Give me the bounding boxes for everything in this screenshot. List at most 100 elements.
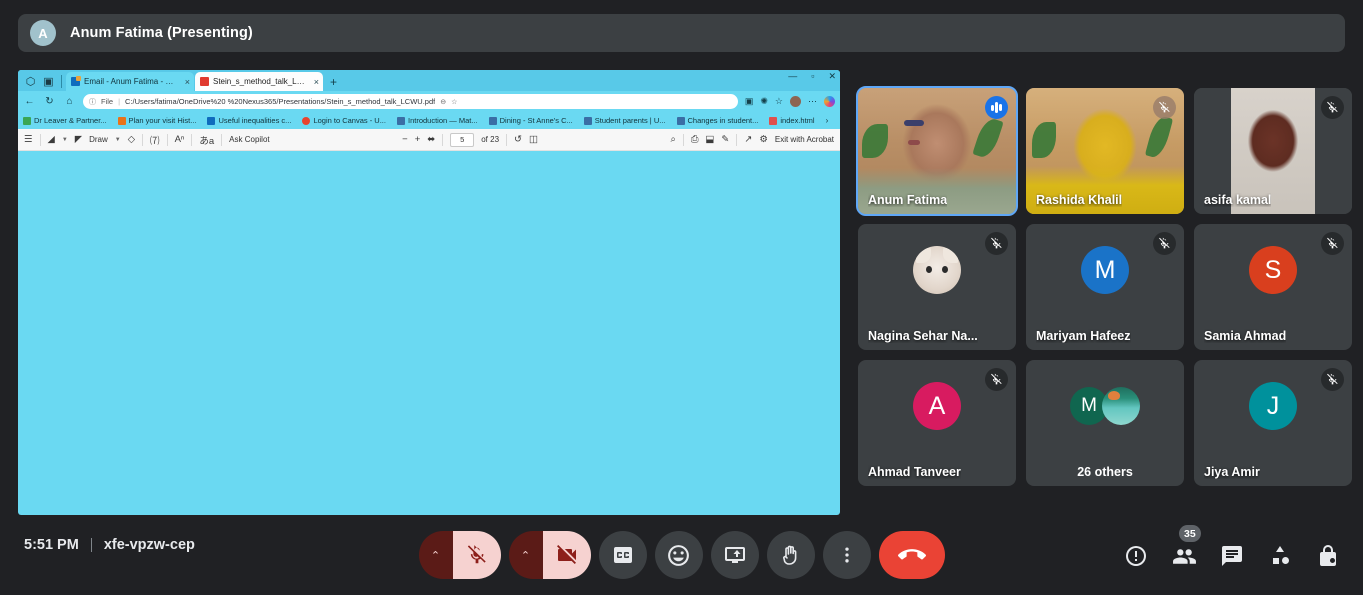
favorite-star-icon[interactable]: ☆ — [451, 98, 457, 106]
mouth-decor — [908, 140, 920, 145]
browser-tab-pdf[interactable]: Stein_s_method_talk_LCWU.pdf × — [195, 72, 323, 91]
highlight-chevron-down-icon[interactable]: ▼ — [62, 137, 68, 143]
camera-options-chevron-icon[interactable]: ⌃ — [508, 531, 543, 579]
meeting-info: 5:51 PM xfe-vpzw-cep — [24, 537, 195, 553]
fit-page-icon[interactable]: ⬌ — [427, 134, 435, 145]
participant-tile-ahmad-tanveer[interactable]: A Ahmad Tanveer — [858, 360, 1016, 486]
zoom-out-button[interactable]: − — [402, 134, 408, 145]
meeting-details-button[interactable] — [1121, 541, 1151, 571]
close-tab-icon[interactable]: × — [312, 77, 319, 87]
draw-chevron-down-icon[interactable]: ▼ — [115, 137, 121, 143]
print-icon[interactable]: ⎙ — [691, 134, 699, 145]
zoom-icon[interactable]: ⊖ — [440, 98, 446, 106]
home-icon[interactable]: ⌂ — [63, 96, 76, 107]
minimize-icon[interactable]: — — [788, 71, 797, 82]
participant-tile-nagina-sehar[interactable]: Nagina Sehar Na... — [858, 224, 1016, 350]
profile-avatar[interactable] — [790, 96, 801, 107]
participant-name: Rashida Khalil — [1036, 193, 1123, 207]
bookmark-item[interactable]: Introduction — Mat... — [396, 116, 478, 125]
participant-tile-others[interactable]: M 26 others — [1026, 360, 1184, 486]
bookmark-item[interactable]: Student parents | U... — [583, 116, 666, 125]
url-divider: | — [118, 97, 121, 106]
chat-button[interactable] — [1217, 541, 1247, 571]
host-controls-button[interactable] — [1313, 541, 1343, 571]
bookmark-item[interactable]: Useful inequalities c... — [207, 116, 291, 125]
raise-hand-icon — [782, 545, 796, 565]
mic-off-icon — [1321, 96, 1344, 119]
back-icon[interactable]: ← — [23, 96, 36, 107]
participant-tile-asifa-kamal[interactable]: asifa kamal — [1194, 88, 1352, 214]
page-layout-icon[interactable]: ◫ — [529, 134, 538, 145]
settings-gear-icon[interactable]: ⚙ — [759, 134, 768, 145]
participant-tile-mariyam-hafeez[interactable]: M Mariyam Hafeez — [1026, 224, 1184, 350]
workspaces-icon[interactable]: ⬡ — [22, 72, 39, 91]
page-number-input[interactable]: 5 — [450, 132, 475, 147]
window-controls: — ▫ ✕ — [788, 71, 836, 82]
camera-control[interactable]: ⌃ — [508, 531, 591, 579]
reactions-button[interactable] — [654, 531, 703, 579]
read-aloud-icon[interactable]: Aⁿ — [175, 134, 185, 145]
captions-button[interactable] — [598, 531, 647, 579]
ask-copilot-button[interactable]: Ask Copilot — [229, 135, 269, 144]
translate-icon[interactable]: あa — [199, 133, 214, 147]
zoom-in-button[interactable]: + — [415, 134, 421, 145]
url-input[interactable]: ⓘ File | C:/Users/fatima/OneDrive%20 %20… — [83, 94, 738, 109]
bookmark-item[interactable]: Dining - St Anne's C... — [488, 116, 573, 125]
activities-button[interactable] — [1265, 541, 1295, 571]
maximize-icon[interactable]: ▫ — [811, 71, 814, 82]
favorites-icon[interactable]: ☆ — [775, 96, 783, 107]
bookmark-label: Introduction — Mat... — [407, 116, 478, 125]
participant-tile-rashida-khalil[interactable]: Rashida Khalil — [1026, 88, 1184, 214]
present-screen-button[interactable] — [710, 531, 759, 579]
toolbar-divider — [39, 133, 41, 146]
bookmark-label: Dr Leaver & Partner... — [34, 116, 107, 125]
collections-icon[interactable]: ▣ — [745, 96, 754, 107]
shared-screen-stage[interactable]: ⬡ ▣ Email - Anum Fatima - Outlook × Stei… — [18, 70, 840, 515]
tab-list-icon[interactable]: ▣ — [40, 72, 57, 91]
participant-tile-anum-fatima[interactable]: Anum Fatima — [856, 86, 1018, 216]
microphone-options-chevron-icon[interactable]: ⌃ — [418, 531, 453, 579]
search-icon[interactable]: ⌕ — [670, 134, 675, 145]
participant-tile-jiya-amir[interactable]: J Jiya Amir — [1194, 360, 1352, 486]
copilot-icon[interactable]: ✺ — [760, 96, 768, 107]
notes-icon[interactable]: ✎ — [721, 134, 729, 145]
people-button[interactable]: 35 — [1169, 525, 1201, 571]
draw-label[interactable]: Draw — [89, 135, 108, 144]
bookmark-item[interactable]: Changes in student... — [676, 116, 758, 125]
camera-toggle-button[interactable] — [542, 531, 591, 579]
page-info-icon[interactable]: ⓘ — [89, 97, 96, 107]
more-options-button[interactable] — [822, 531, 871, 579]
toc-icon[interactable]: ☰ — [24, 134, 33, 145]
microphone-control[interactable]: ⌃ — [418, 531, 501, 579]
exit-with-acrobat-button[interactable]: Exit with Acrobat — [775, 135, 834, 144]
bookmark-item[interactable]: index.html — [769, 116, 815, 125]
browser-tab-outlook[interactable]: Email - Anum Fatima - Outlook × — [66, 72, 194, 91]
settings-more-icon[interactable]: ⋯ — [808, 96, 817, 107]
rotate-icon[interactable]: ↺ — [514, 134, 522, 145]
presenting-title: Anum Fatima (Presenting) — [70, 25, 253, 41]
edge-copilot-icon[interactable] — [824, 96, 835, 107]
close-tab-icon[interactable]: × — [183, 77, 190, 87]
leave-call-button[interactable] — [878, 531, 945, 579]
raise-hand-button[interactable] — [766, 531, 815, 579]
tab-title: Email - Anum Fatima - Outlook — [84, 77, 179, 86]
erase-icon[interactable]: ◇ — [128, 134, 135, 145]
highlight-icon[interactable]: ◢ — [48, 134, 55, 145]
participant-tile-samia-ahmad[interactable]: S Samia Ahmad — [1194, 224, 1352, 350]
save-icon[interactable]: ⬓ — [705, 134, 714, 145]
fullscreen-icon[interactable]: ↗ — [744, 134, 752, 145]
new-tab-button[interactable]: + — [330, 75, 337, 89]
bookmarks-overflow-icon[interactable]: › — [826, 116, 829, 125]
microphone-toggle-button[interactable] — [452, 531, 501, 579]
text-box-icon[interactable]: ⑺ — [150, 133, 160, 147]
bookmark-item[interactable]: Login to Canvas - U... — [302, 116, 386, 125]
refresh-icon[interactable]: ↻ — [43, 96, 56, 107]
browser-tab-strip: ⬡ ▣ Email - Anum Fatima - Outlook × Stei… — [18, 70, 840, 91]
draw-icon[interactable]: ◤ — [75, 134, 82, 145]
meeting-code: xfe-vpzw-cep — [103, 537, 195, 553]
close-window-icon[interactable]: ✕ — [828, 71, 836, 82]
bookmark-item[interactable]: Dr Leaver & Partner... — [23, 116, 107, 125]
info-divider — [90, 538, 92, 552]
toolbar-divider — [442, 133, 444, 146]
bookmark-item[interactable]: Plan your visit Hist... — [117, 116, 196, 125]
